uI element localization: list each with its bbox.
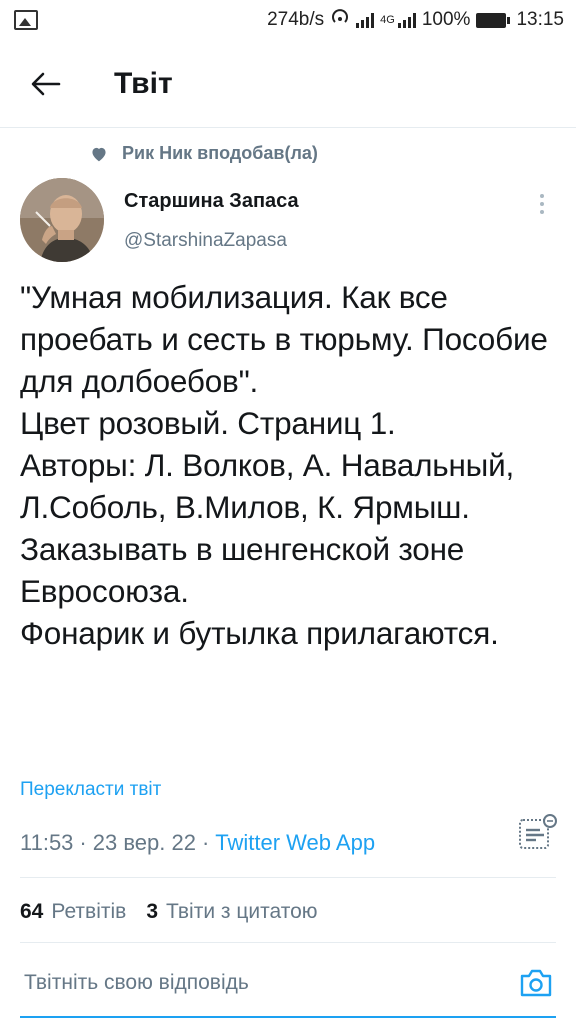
clock: 13:15: [516, 9, 564, 30]
divider: [20, 877, 556, 878]
author-handle[interactable]: @StarshinaZapasa: [124, 230, 287, 252]
avatar-photo: [20, 178, 104, 262]
page-title: Твіт: [114, 66, 173, 100]
retweets-stat[interactable]: 64 Ретвітів: [20, 900, 126, 924]
analytics-button[interactable]: [516, 812, 558, 852]
translate-tweet-link[interactable]: Перекласти твіт: [20, 779, 161, 801]
back-button[interactable]: [16, 54, 76, 114]
author-name[interactable]: Старшина Запаса: [124, 190, 299, 213]
tweet-meta: 11:53 · 23 вер. 22 · Twitter Web App: [20, 830, 375, 856]
analytics-icon: [519, 814, 557, 849]
hotspot-icon: [330, 7, 350, 33]
avatar[interactable]: [20, 178, 104, 262]
battery-percent: 100%: [421, 9, 471, 30]
tweet-time: 11:53: [20, 830, 74, 855]
tweet-stats: 64 Ретвітів 3 Твіти з цитатою: [20, 900, 318, 924]
dot: [540, 202, 544, 206]
retweets-label: Ретвітів: [51, 900, 127, 923]
camera-icon: [520, 969, 552, 997]
signal-2-icon: [397, 12, 416, 28]
network-type: 4G: [380, 14, 395, 26]
quotes-label: Твіти з цитатою: [166, 900, 318, 923]
retweets-count: 64: [20, 900, 44, 923]
dot: [540, 210, 544, 214]
tweet-date: 23 вер. 22: [92, 830, 196, 855]
social-context-label: Рик Ник вподобав(ла): [122, 143, 318, 163]
quotes-stat[interactable]: 3 Твіти з цитатою: [146, 900, 317, 924]
signal-icon: [356, 12, 375, 28]
camera-button[interactable]: [514, 961, 558, 1005]
gallery-notification-icon: [14, 10, 38, 30]
tweet-source-link[interactable]: Twitter Web App: [215, 830, 375, 856]
social-context[interactable]: Рик Ник вподобав(ла): [90, 143, 318, 164]
arrow-left-icon: [31, 72, 61, 95]
tweet-text: "Умная мобилизация. Как все проебать и с…: [20, 279, 548, 651]
reply-input-underline: [20, 1016, 556, 1018]
more-options-button[interactable]: [530, 190, 554, 218]
heart-icon: [92, 147, 106, 161]
meta-separator: ·: [201, 830, 210, 855]
vertical-dots-icon: [540, 194, 544, 198]
reply-composer: Твітніть свою відповідь: [0, 942, 576, 1024]
network-speed: 274b/s: [267, 9, 325, 30]
quotes-count: 3: [146, 900, 158, 923]
reply-input[interactable]: Твітніть свою відповідь: [24, 971, 514, 995]
meta-separator: ·: [79, 830, 87, 855]
status-bar: 274b/s 4G 100% 13:15: [0, 0, 576, 40]
app-header: Твіт: [0, 40, 576, 128]
battery-icon: [476, 12, 511, 28]
